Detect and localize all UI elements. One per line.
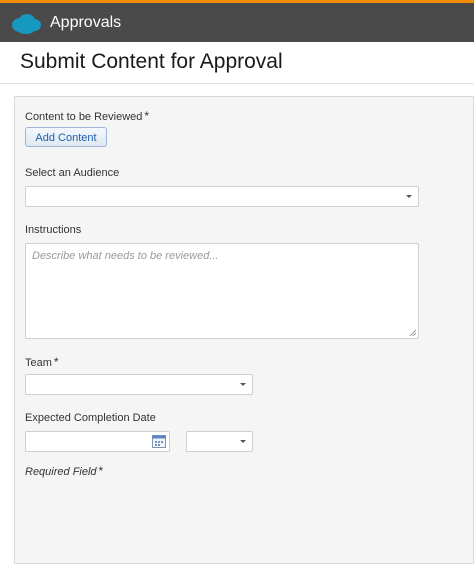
required-field-note: Required Field * [25,464,103,478]
salesforce-cloud-logo-icon [12,14,41,34]
page-title: Submit Content for Approval [20,50,283,73]
required-marker: * [144,109,150,123]
app-header: Approvals [0,0,474,42]
team-label-text: Team [25,357,52,369]
required-field-note-text: Required Field [25,466,97,478]
chevron-down-icon [240,440,246,443]
instructions-label: Instructions [25,224,82,236]
title-divider [0,83,474,84]
completion-time-select[interactable] [186,431,253,452]
instructions-textarea[interactable]: Describe what needs to be reviewed... [25,243,419,339]
team-select[interactable] [25,374,253,395]
instructions-placeholder: Describe what needs to be reviewed... [32,250,219,262]
chevron-down-icon [240,383,246,386]
audience-label: Select an Audience [25,167,120,179]
chevron-down-icon [406,195,412,198]
completion-date-input[interactable] [25,431,170,452]
resize-grip-icon[interactable] [409,329,416,336]
content-to-review-label-text: Content to be Reviewed [25,111,143,123]
audience-select[interactable] [25,186,419,207]
required-marker: * [98,464,104,478]
team-label: Team * [25,355,59,369]
completion-date-label: Expected Completion Date [25,412,156,424]
app-title: Approvals [50,14,122,31]
required-marker: * [53,355,59,369]
calendar-icon[interactable] [152,435,166,448]
content-to-review-label: Content to be Reviewed * [25,109,149,123]
add-content-button[interactable]: Add Content [25,127,107,147]
